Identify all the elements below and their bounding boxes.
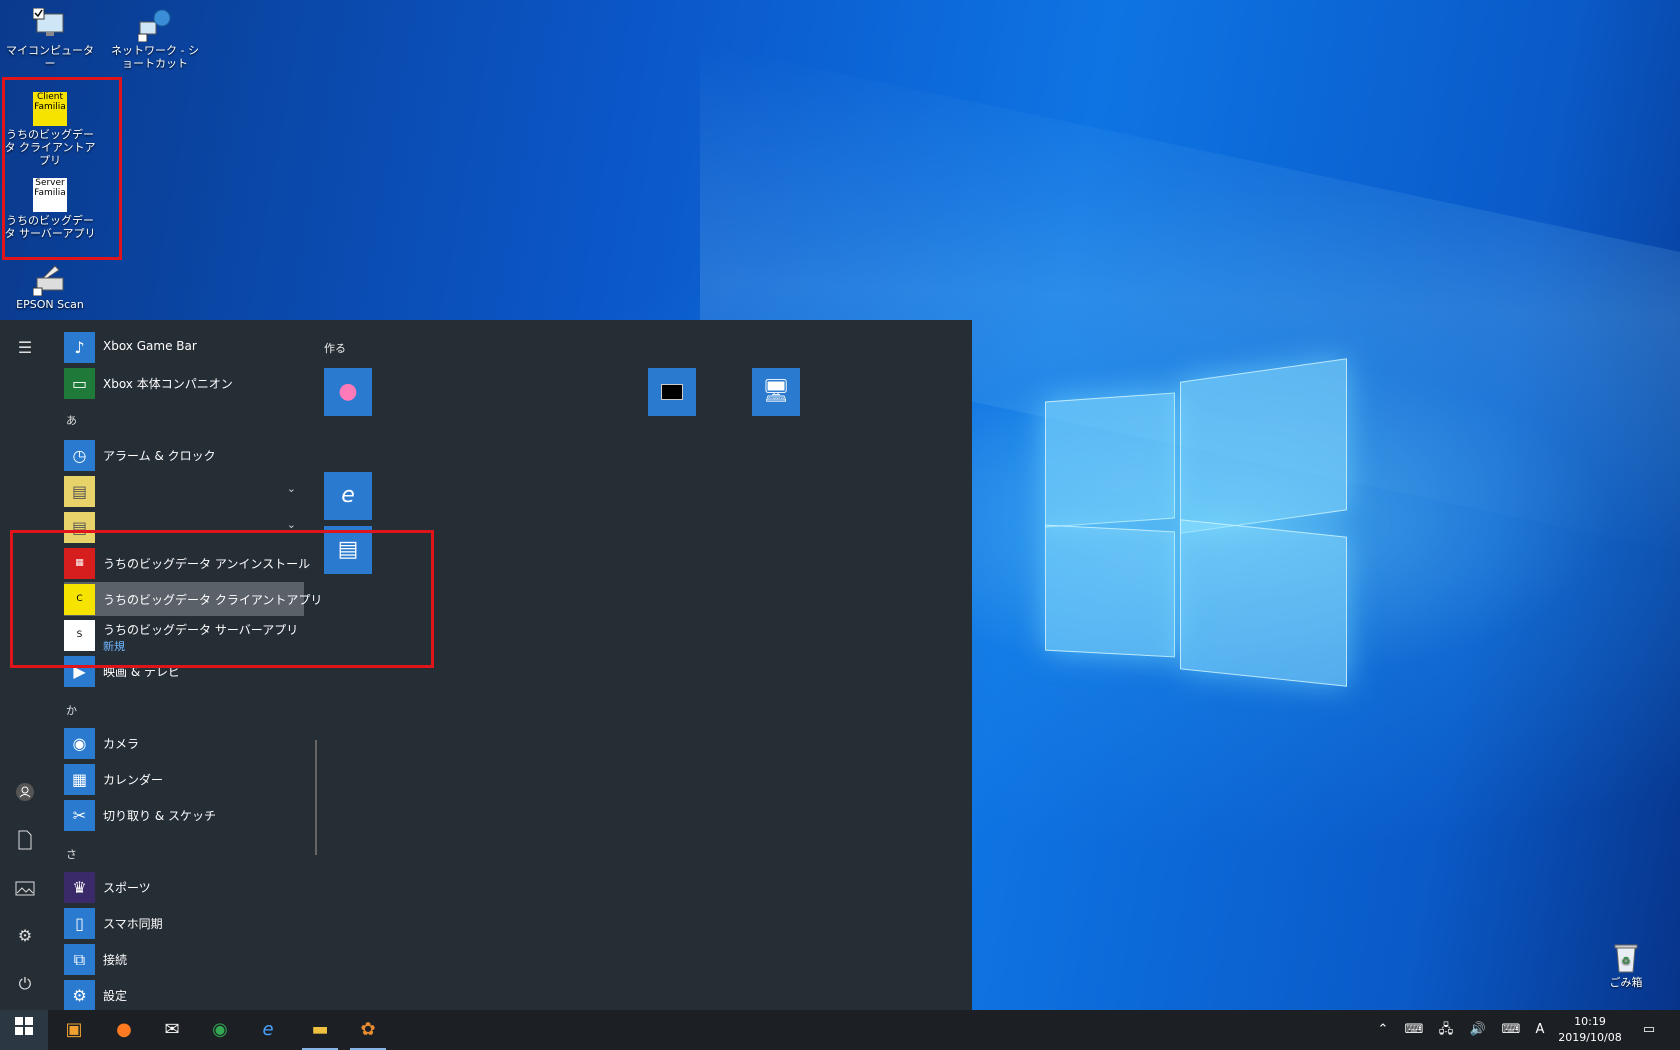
volume-icon[interactable]: 🔊 xyxy=(1464,1010,1492,1050)
xbox-game-bar-icon: ♪ xyxy=(64,332,95,363)
desktop-icon-recycle-bin[interactable]: ♻ ごみ箱 xyxy=(1578,940,1674,989)
xbox-companion-icon: ▭ xyxy=(64,368,95,399)
start-button[interactable] xyxy=(0,1010,48,1050)
command-prompt-icon xyxy=(661,384,683,400)
chevron-down-icon: ⌄ xyxy=(286,482,296,495)
taskbar-media-player[interactable]: ▣ xyxy=(50,1010,98,1050)
ime-mode-indicator[interactable]: A xyxy=(1530,1010,1550,1050)
taskbar-firefox[interactable]: ● xyxy=(100,1010,148,1050)
internet-explorer-icon: e xyxy=(262,1019,274,1040)
desktop-icon-network-shortcut[interactable]: ネットワーク - ショートカット xyxy=(107,8,203,70)
settings-gear-icon[interactable]: ⚙ xyxy=(13,924,37,948)
desktop-icon-my-computer[interactable]: マイコンピューター xyxy=(2,7,98,70)
chrome-icon: ◉ xyxy=(212,1019,228,1040)
computer-icon xyxy=(32,7,67,42)
highlight-box-desktop xyxy=(2,77,122,260)
app-folder-collapsed-1[interactable]: ▤ ⌄ xyxy=(64,474,304,508)
app-xbox-companion[interactable]: ▭ Xbox 本体コンパニオン xyxy=(64,366,304,400)
gear-icon: ⚙ xyxy=(64,980,95,1011)
connect-icon: ⧉ xyxy=(64,944,95,975)
familia-app-icon: ✿ xyxy=(360,1019,376,1040)
file-explorer-icon: ▬ xyxy=(311,1019,329,1040)
tile-remote-desktop[interactable]: 🖥 xyxy=(752,368,800,416)
taskbar-internet-explorer[interactable]: e xyxy=(244,1010,292,1050)
tile-internet-explorer[interactable]: e xyxy=(324,472,372,520)
documents-icon[interactable] xyxy=(13,828,37,852)
tile-paint3d[interactable]: ● xyxy=(324,368,372,416)
network-icon[interactable]: 🖧 xyxy=(1432,1010,1460,1050)
trophy-icon: ♛ xyxy=(64,872,95,903)
taskbar-chrome[interactable]: ◉ xyxy=(196,1010,244,1050)
highlight-box-start-menu xyxy=(10,530,434,668)
app-snip-sketch[interactable]: ✂ 切り取り & スケッチ xyxy=(64,798,304,832)
show-hidden-icons-chevron-up-icon[interactable]: ⌃ xyxy=(1370,1010,1396,1050)
taskbar: ▣ ● ✉ ◉ e ▬ ✿ ⌃ ⌨ 🖧 🔊 ⌨ A 10:19 2019/10/… xyxy=(0,1010,1680,1050)
hamburger-menu-icon[interactable]: ☰ xyxy=(13,336,37,360)
clock-time: 10:19 xyxy=(1574,1015,1606,1028)
app-alarm-clock[interactable]: ◷ アラーム & クロック xyxy=(64,438,304,472)
app-list-scrollbar[interactable] xyxy=(315,740,317,855)
taskbar-running-app[interactable]: ✿ xyxy=(344,1010,392,1050)
app-settings[interactable]: ⚙ 設定 xyxy=(64,978,304,1011)
svg-text:♻: ♻ xyxy=(1622,956,1631,967)
group-header-a[interactable]: あ xyxy=(66,412,77,428)
group-header-ka[interactable]: か xyxy=(66,702,77,718)
taskbar-mail[interactable]: ✉ xyxy=(148,1010,196,1050)
pictures-icon[interactable] xyxy=(13,876,37,900)
media-player-icon: ▣ xyxy=(65,1019,83,1040)
tile-command-prompt[interactable] xyxy=(648,368,696,416)
keyboard-icon[interactable]: ⌨ xyxy=(1496,1010,1526,1050)
calendar-icon: ▦ xyxy=(64,764,95,795)
tiles-group-header[interactable]: 作る xyxy=(324,340,346,356)
app-sports[interactable]: ♛ スポーツ xyxy=(64,870,304,904)
windows-logo-wallpaper xyxy=(1040,358,1360,690)
taskbar-file-explorer[interactable]: ▬ xyxy=(296,1010,344,1050)
windows-start-icon xyxy=(15,1017,33,1040)
network-shortcut-icon xyxy=(137,8,172,43)
start-menu: ☰ ⚙ ⏻ ♪ Xbox Game Bar ▭ Xbox 本体コンパニオン あ … xyxy=(0,320,972,1011)
mail-icon: ✉ xyxy=(164,1019,180,1040)
camera-icon: ◉ xyxy=(64,728,95,759)
group-header-sa[interactable]: さ xyxy=(66,846,77,862)
clock[interactable]: 10:19 2019/10/08 xyxy=(1550,1014,1630,1046)
remote-desktop-icon: 🖥 xyxy=(762,379,790,404)
firefox-icon: ● xyxy=(116,1019,132,1040)
app-camera[interactable]: ◉ カメラ xyxy=(64,726,304,760)
phone-icon: ▯ xyxy=(64,908,95,939)
action-center-icon[interactable]: ▭ xyxy=(1634,1010,1664,1050)
app-xbox-game-bar[interactable]: ♪ Xbox Game Bar xyxy=(64,330,304,364)
desktop-icon-epson-scan[interactable]: EPSON Scan xyxy=(2,262,98,311)
recycle-bin-icon: ♻ xyxy=(1609,940,1643,974)
app-phone-link[interactable]: ▯ スマホ同期 xyxy=(64,906,304,940)
clock-date: 2019/10/08 xyxy=(1558,1031,1622,1044)
paint3d-icon: ● xyxy=(338,379,358,404)
snip-sketch-icon: ✂ xyxy=(64,800,95,831)
user-account-icon[interactable] xyxy=(13,780,37,804)
power-icon[interactable]: ⏻ xyxy=(13,972,37,996)
app-connect[interactable]: ⧉ 接続 xyxy=(64,942,304,976)
ime-pad-icon[interactable]: ⌨ xyxy=(1400,1010,1428,1050)
folder-icon: ▤ xyxy=(64,476,95,507)
scanner-icon xyxy=(32,262,67,297)
internet-explorer-icon: e xyxy=(341,483,355,508)
app-calendar[interactable]: ▦ カレンダー xyxy=(64,762,304,796)
alarm-clock-icon: ◷ xyxy=(64,440,95,471)
